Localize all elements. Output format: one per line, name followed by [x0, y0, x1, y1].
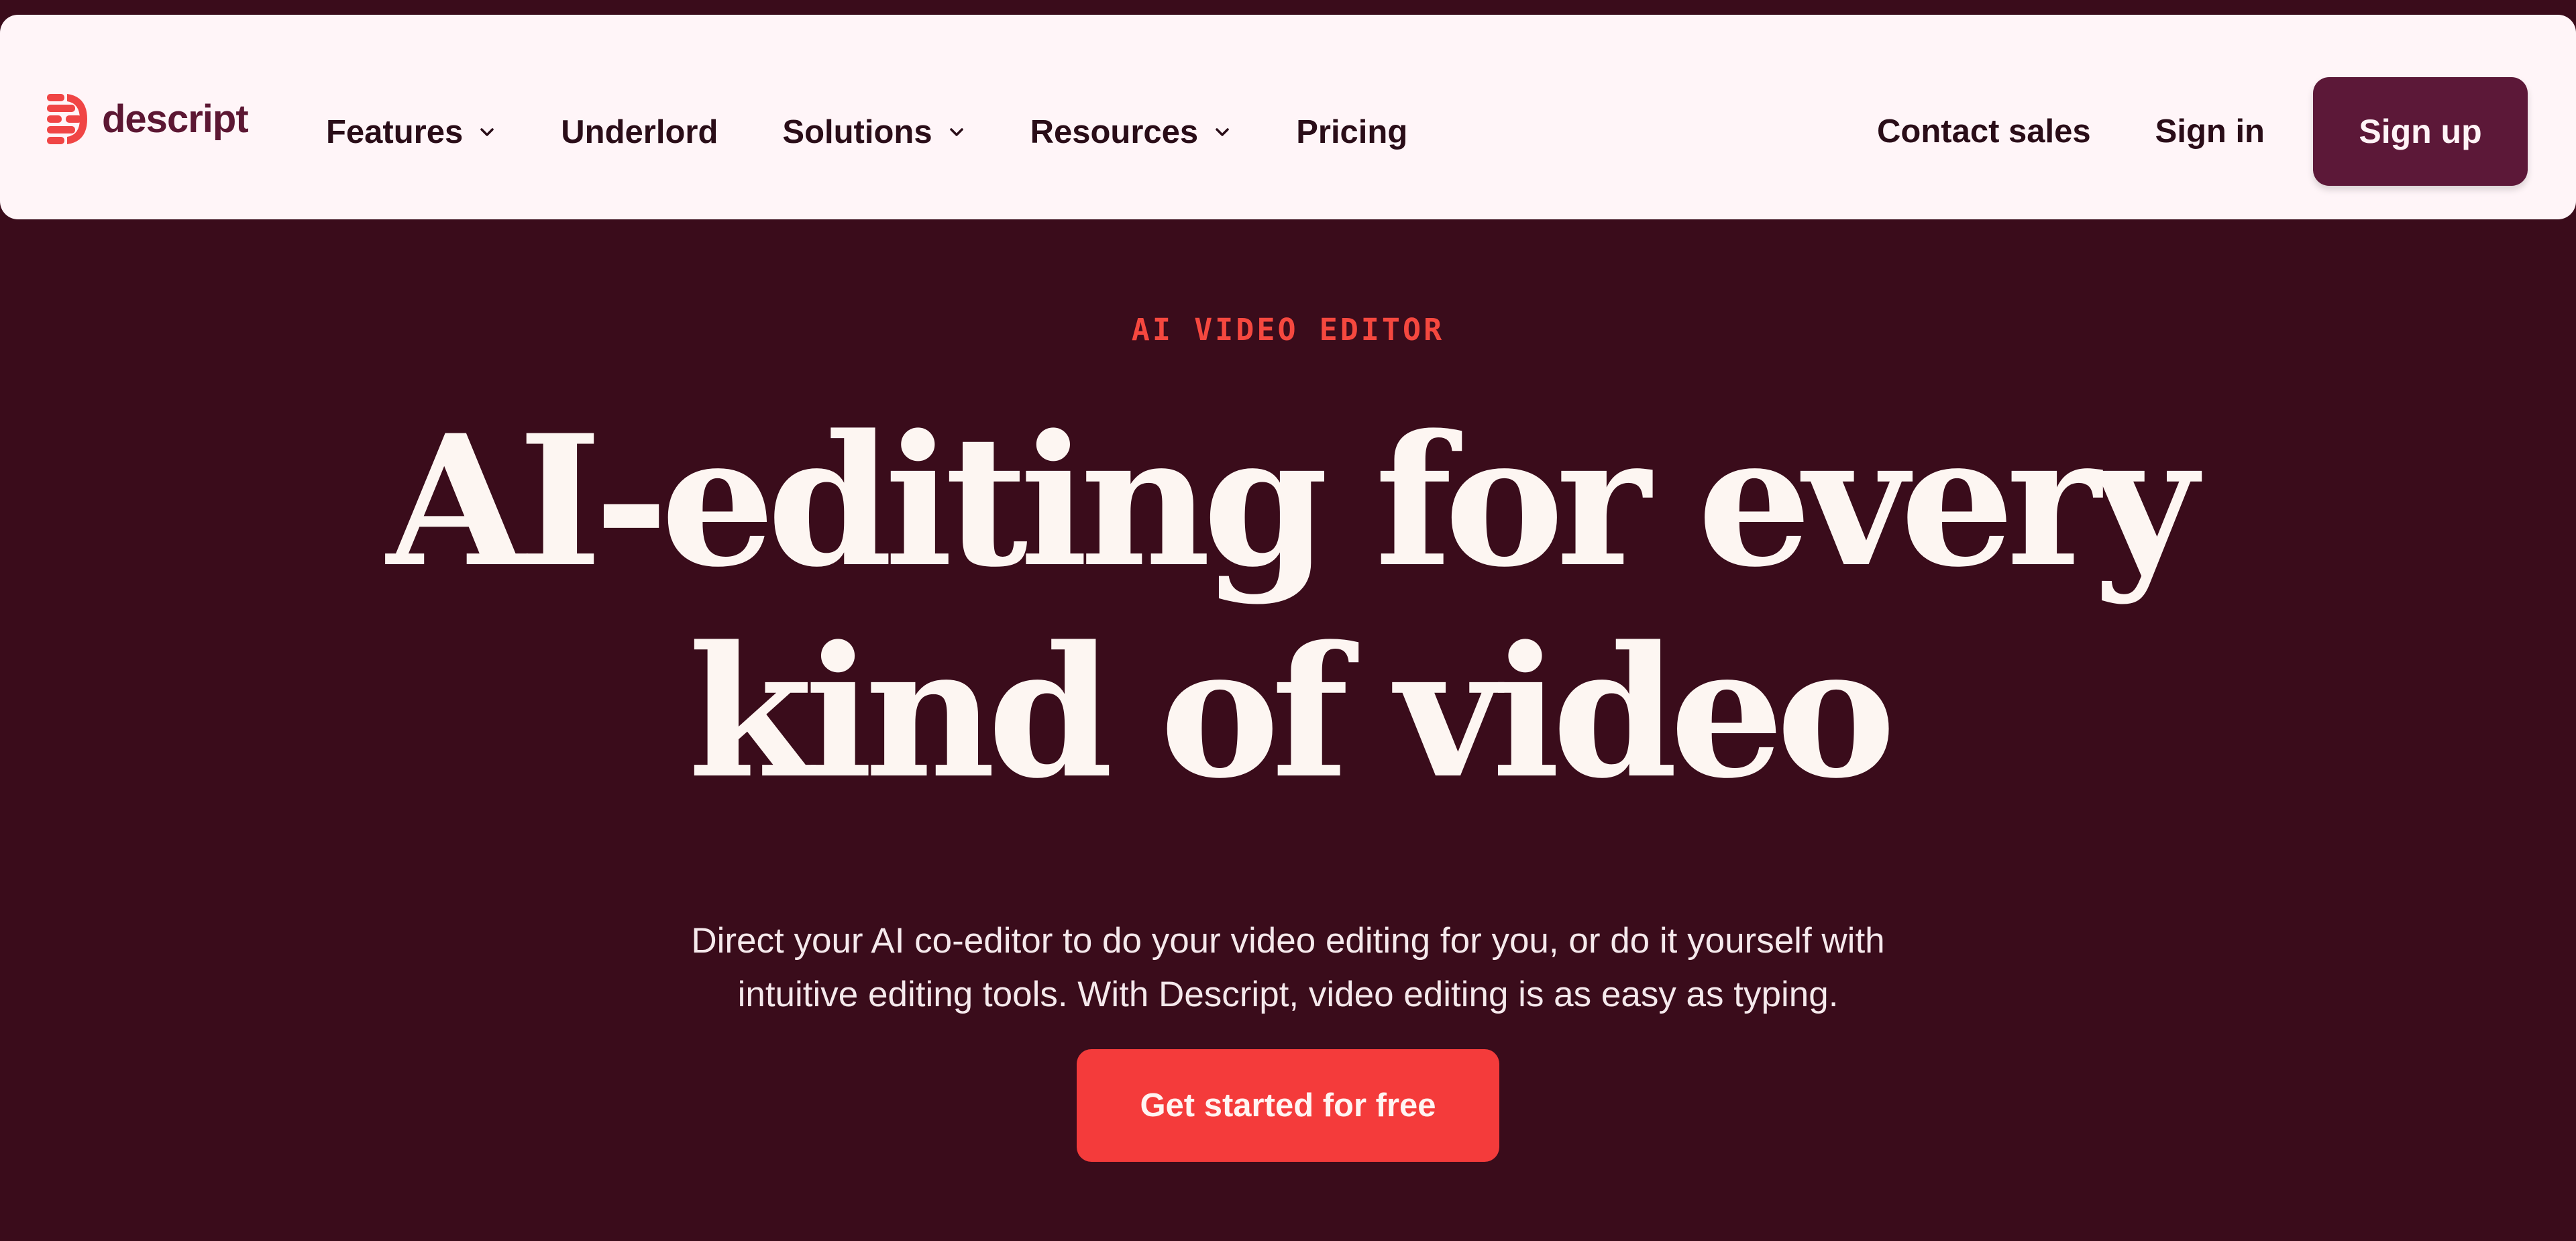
nav-item-features[interactable]: Features [326, 109, 496, 156]
get-started-button[interactable]: Get started for free [1077, 1049, 1499, 1162]
nav-item-underlord[interactable]: Underlord [561, 109, 718, 156]
hero-eyebrow: AI VIDEO EDITOR [1131, 312, 1445, 347]
descript-logo-icon [47, 94, 87, 144]
hero-subtitle-line-1: Direct your AI co-editor to do your vide… [691, 921, 1885, 961]
hero-headline-line-2: kind of video [688, 607, 1896, 818]
logo-wordmark: descript [102, 97, 249, 141]
primary-nav: Features Underlord Solutions Resources P… [326, 109, 1472, 156]
nav-item-label: Resources [1030, 114, 1199, 150]
hero-headline: AI-editing for every kind of video [0, 396, 2576, 818]
descript-logo[interactable]: descript [47, 94, 249, 144]
nav-item-resources[interactable]: Resources [1030, 109, 1232, 156]
top-navigation-bar: descript Features Underlord Solutions Re… [0, 15, 2576, 219]
hero-headline-line-1: AI-editing for every [386, 396, 2198, 607]
chevron-down-icon [478, 123, 496, 142]
hero-subtitle-line-2: intuitive editing tools. With Descript, … [737, 975, 1839, 1014]
chevron-down-icon [1213, 123, 1232, 142]
chevron-down-icon [947, 123, 966, 142]
nav-item-label: Solutions [782, 114, 932, 150]
sign-in-link[interactable]: Sign in [2155, 113, 2265, 150]
nav-item-pricing[interactable]: Pricing [1296, 109, 1407, 156]
nav-item-solutions[interactable]: Solutions [782, 109, 965, 156]
contact-sales-link[interactable]: Contact sales [1877, 113, 2091, 150]
nav-item-label: Pricing [1296, 114, 1408, 150]
hero-subtitle: Direct your AI co-editor to do your vide… [0, 914, 2576, 1022]
nav-actions: Contact sales Sign in Sign up [1877, 77, 2528, 186]
nav-item-label: Features [326, 114, 464, 150]
sign-up-button[interactable]: Sign up [2313, 77, 2528, 186]
nav-item-label: Underlord [561, 114, 718, 150]
